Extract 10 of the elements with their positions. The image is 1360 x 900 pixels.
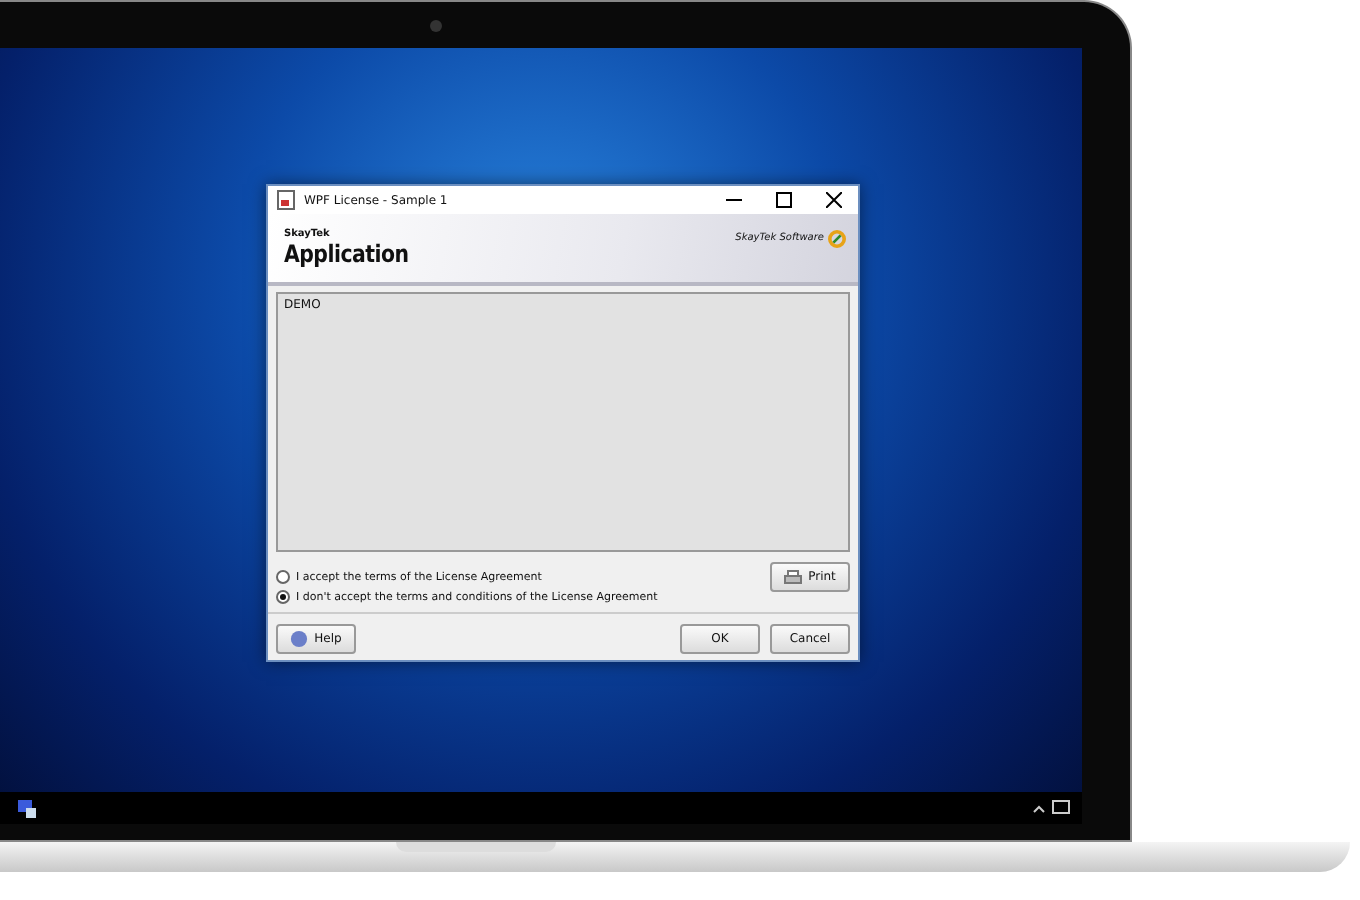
camera-icon xyxy=(430,20,442,32)
computer-icon[interactable] xyxy=(16,797,38,819)
help-icon xyxy=(290,630,309,648)
app-title: Application xyxy=(284,240,409,268)
maximize-icon[interactable] xyxy=(776,192,792,208)
logo-icon xyxy=(828,229,846,247)
caret-icon[interactable] xyxy=(1032,803,1046,813)
notification-icon[interactable] xyxy=(1052,800,1070,816)
printer-icon xyxy=(784,569,803,585)
close-icon[interactable] xyxy=(826,192,842,208)
